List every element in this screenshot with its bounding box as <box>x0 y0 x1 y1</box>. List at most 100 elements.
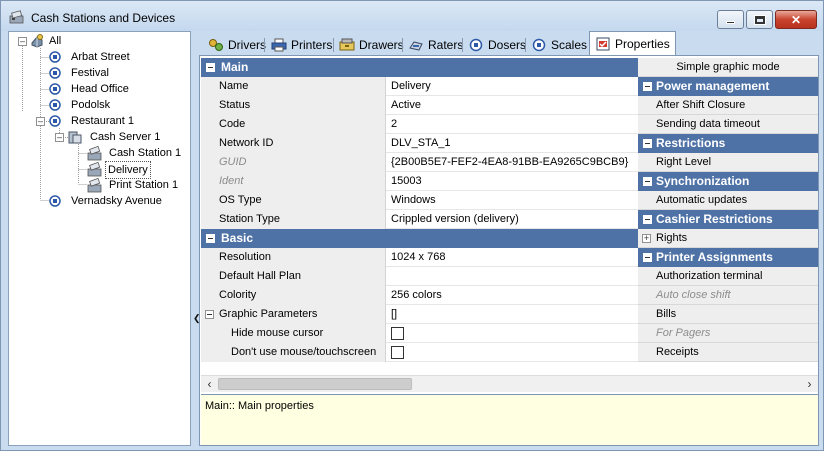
tab-raters[interactable]: Raters <box>403 34 468 55</box>
station-group-icon <box>49 67 61 79</box>
property-row-default-hall-plan[interactable]: Default Hall Plan <box>201 267 638 286</box>
tree-item-podolsk[interactable]: Podolsk <box>69 97 112 113</box>
property-row-code[interactable]: Code 2 <box>201 115 638 134</box>
category-bills[interactable]: Bills <box>638 305 818 324</box>
section-power-management[interactable]: Power management <box>638 77 818 96</box>
dont-use-mouse-checkbox[interactable] <box>391 346 404 359</box>
category-auto-close-shift: Auto close shift <box>638 286 818 305</box>
collapse-all-toggle[interactable]: – <box>18 37 27 46</box>
tree-item-print-station-1[interactable]: Print Station 1 <box>107 177 180 193</box>
property-row-ident[interactable]: Ident 15003 <box>201 172 638 191</box>
tab-scales[interactable]: Scales <box>526 34 592 55</box>
collapse-icon[interactable] <box>206 63 215 72</box>
minimize-icon <box>726 20 735 24</box>
category-authorization-terminal[interactable]: Authorization terminal <box>638 267 818 286</box>
properties-icon <box>596 37 610 50</box>
category-automatic-updates[interactable]: Automatic updates <box>638 191 818 210</box>
collapse-icon[interactable] <box>643 253 652 262</box>
station-group-icon <box>49 51 61 63</box>
property-row-dont-use-mouse[interactable]: Don't use mouse/touchscreen <box>201 343 638 362</box>
window-title: Cash Stations and Devices <box>31 11 176 25</box>
tree-item-cash-station-1[interactable]: Cash Station 1 <box>107 145 183 161</box>
tab-dosers[interactable]: Dosers <box>463 34 531 55</box>
tab-properties[interactable]: Properties <box>589 31 676 55</box>
collapse-icon[interactable] <box>643 139 652 148</box>
station-group-icon <box>49 99 61 111</box>
property-row-graphic-parameters[interactable]: Graphic Parameters[] <box>201 305 638 324</box>
description-panel: Main:: Main properties <box>201 394 818 445</box>
tab-printers[interactable]: Printers <box>266 34 337 55</box>
section-printer-assignments[interactable]: Printer Assignments <box>638 248 818 267</box>
tree-item-delivery[interactable]: Delivery <box>105 161 151 179</box>
category-sending-data-timeout[interactable]: Sending data timeout <box>638 115 818 134</box>
station-group-icon <box>49 83 61 95</box>
drivers-icon <box>209 38 223 51</box>
cash-register-icon <box>9 10 24 24</box>
collapse-cash-server-toggle[interactable]: – <box>55 133 64 142</box>
scales-icon <box>532 38 546 51</box>
tab-drivers[interactable]: Drivers <box>203 34 271 55</box>
rater-icon <box>409 40 423 51</box>
maximize-icon <box>753 14 766 25</box>
description-text: Main:: Main properties <box>205 400 314 412</box>
tree-item-cash-server-1[interactable]: Cash Server 1 <box>88 129 162 145</box>
section-basic[interactable]: Basic <box>201 229 638 248</box>
property-row-network-id[interactable]: Network ID DLV_STA_1 <box>201 134 638 153</box>
section-synchronization[interactable]: Synchronization <box>638 172 818 191</box>
collapse-icon[interactable] <box>643 82 652 91</box>
category-for-pagers: For Pagers <box>638 324 818 343</box>
section-restrictions[interactable]: Restrictions <box>638 134 818 153</box>
property-row-status[interactable]: Status Active <box>201 96 638 115</box>
property-row-os-type[interactable]: OS Type Windows <box>201 191 638 210</box>
cash-station-icon <box>87 145 102 161</box>
tree-item-restaurant-1[interactable]: Restaurant 1 <box>69 113 136 129</box>
simple-graphic-mode-button[interactable]: Simple graphic mode <box>638 58 818 77</box>
category-receipts[interactable]: Receipts <box>638 343 818 362</box>
main-window: Cash Stations and Devices ✕ – All Arbat … <box>0 0 824 451</box>
collapse-icon[interactable] <box>643 215 652 224</box>
section-cashier-restrictions[interactable]: Cashier Restrictions <box>638 210 818 229</box>
collapse-icon[interactable] <box>643 177 652 186</box>
property-row-guid[interactable]: GUID {2B00B5E7-FEF2-4EA8-91BB-EA9265C9BCB… <box>201 153 638 172</box>
property-row-station-type[interactable]: Station Type Crippled version (delivery) <box>201 210 638 229</box>
collapse-icon[interactable] <box>205 310 214 319</box>
minimize-button[interactable] <box>717 10 744 29</box>
property-row-hide-mouse-cursor[interactable]: Hide mouse cursor <box>201 324 638 343</box>
drawer-icon <box>339 38 355 50</box>
station-group-icon <box>49 115 61 127</box>
panel-splitter[interactable]: ❮ <box>192 31 201 446</box>
hide-mouse-cursor-checkbox[interactable] <box>391 327 404 340</box>
section-main[interactable]: Main <box>201 58 638 77</box>
station-tree[interactable]: – All Arbat Street Festival Head Office … <box>8 31 191 446</box>
collapse-restaurant-toggle[interactable]: – <box>36 117 45 126</box>
scrollbar-thumb[interactable] <box>218 378 412 390</box>
category-after-shift-closure[interactable]: After Shift Closure <box>638 96 818 115</box>
cash-station-icon <box>87 177 102 193</box>
title-bar: Cash Stations and Devices ✕ <box>1 1 823 31</box>
tab-drawers[interactable]: Drawers <box>334 34 409 55</box>
maximize-button[interactable] <box>746 10 773 29</box>
collapse-icon[interactable] <box>206 234 215 243</box>
scroll-left-icon[interactable]: ‹ <box>201 376 218 392</box>
tree-item-festival[interactable]: Festival <box>69 65 111 81</box>
property-row-name[interactable]: Name Delivery <box>201 77 638 96</box>
tree-item-head-office[interactable]: Head Office <box>69 81 131 97</box>
category-rights[interactable]: + Rights <box>638 229 818 248</box>
tree-item-arbat-street[interactable]: Arbat Street <box>69 49 132 65</box>
property-grid[interactable]: Main Name Delivery Status Active Code 2 Net… <box>201 57 638 375</box>
category-right-level[interactable]: Right Level <box>638 153 818 172</box>
close-button[interactable]: ✕ <box>775 10 817 29</box>
scroll-right-icon[interactable]: › <box>801 376 818 392</box>
tab-bar: Drivers Printers Drawers Raters Dosers S… <box>199 31 819 55</box>
cash-station-icon <box>87 161 102 177</box>
doser-icon <box>469 38 483 51</box>
tree-item-vernadsky-avenue[interactable]: Vernadsky Avenue <box>69 193 164 209</box>
cash-server-icon <box>68 131 82 144</box>
globe-icon <box>31 34 43 48</box>
printer-icon <box>271 38 287 51</box>
tree-item-all[interactable]: All <box>47 33 63 49</box>
horizontal-scrollbar[interactable]: ‹ › <box>201 375 818 392</box>
property-row-colority[interactable]: Colority 256 colors <box>201 286 638 305</box>
expand-icon[interactable]: + <box>642 234 651 243</box>
property-row-resolution[interactable]: Resolution 1024 x 768 <box>201 248 638 267</box>
